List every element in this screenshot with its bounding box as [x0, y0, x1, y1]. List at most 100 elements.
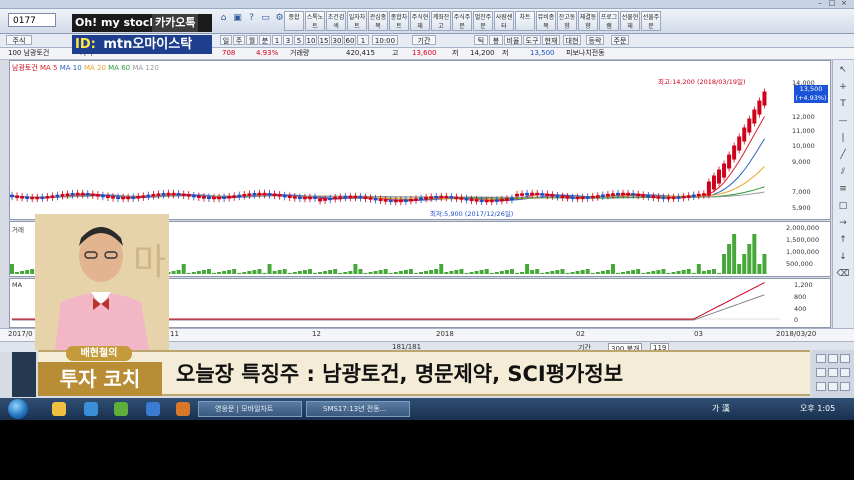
app-icon[interactable]	[146, 402, 160, 416]
toolbar-button-futures-current[interactable]: 선물현재	[620, 11, 640, 31]
text-tool-icon[interactable]: T	[836, 97, 850, 111]
eraser-icon[interactable]: ⌫	[836, 267, 850, 281]
ime-indicator[interactable]: 가 漢	[712, 398, 730, 420]
period-5[interactable]: 5	[294, 35, 304, 45]
tool-change[interactable]: 등락	[586, 35, 604, 45]
toolbar-button-program[interactable]: 프로그램	[599, 11, 619, 31]
volume-bar	[191, 272, 196, 274]
fibo-icon[interactable]: ≡	[836, 182, 850, 196]
toolbar-button-watchlist[interactable]: 관심종목	[368, 11, 388, 31]
toolbar-button-balance-trend[interactable]: 잔고동향	[557, 11, 577, 31]
rect-icon[interactable]: □	[836, 199, 850, 213]
candle-body	[600, 194, 605, 198]
toolbar-button-chart[interactable]: 차트	[515, 11, 535, 31]
toolbar-button-balance[interactable]: 계좌잔고	[431, 11, 451, 31]
toolbar-button-multi-order[interactable]: 멀잔주문	[473, 11, 493, 31]
period-15[interactable]: 15	[318, 35, 330, 45]
start-button-icon[interactable]	[8, 399, 28, 419]
volume-bar	[469, 272, 474, 274]
home-icon[interactable]: ⌂	[218, 13, 229, 24]
period-3[interactable]: 3	[283, 35, 293, 45]
cursor-icon[interactable]: ↖	[836, 63, 850, 77]
lock-icon[interactable]: ▣	[232, 13, 243, 24]
toolbar-button-stock-current[interactable]: 주식현재	[410, 11, 430, 31]
app-icon[interactable]	[114, 402, 128, 416]
period-month[interactable]: 월	[246, 35, 258, 45]
explorer-icon[interactable]	[52, 402, 66, 416]
candle-body	[434, 195, 439, 199]
side-mini-panel	[812, 350, 854, 398]
period-range[interactable]: 기간	[412, 35, 436, 45]
tool-ratio[interactable]: 비율	[504, 35, 522, 45]
minimize-icon[interactable]: –	[816, 0, 824, 7]
period-minute[interactable]: 분	[259, 35, 271, 45]
mini-button-icon[interactable]	[828, 368, 838, 377]
candle-body	[171, 192, 176, 196]
period-30[interactable]: 30	[331, 35, 343, 45]
candle-body	[328, 197, 333, 201]
toolbar-button-stock-order[interactable]: 주식주문	[452, 11, 472, 31]
period-60[interactable]: 60	[344, 35, 356, 45]
tool-order[interactable]: 주문	[611, 35, 629, 45]
candle-body	[60, 194, 65, 197]
down-icon[interactable]: ↓	[836, 250, 850, 264]
toolbar-button-center[interactable]: 사람센터	[494, 11, 514, 31]
ie-icon[interactable]	[84, 402, 98, 416]
monitor-icon[interactable]: ▭	[260, 13, 271, 24]
mini-button-icon[interactable]	[840, 354, 850, 363]
close-icon[interactable]: ×	[840, 0, 848, 7]
price-chart-panel[interactable]: 최고:14,200 (2018/03/19일) 최저:5,900 (2017/1…	[9, 60, 831, 220]
mini-button-icon[interactable]	[816, 354, 826, 363]
tool-current[interactable]: 현재	[542, 35, 560, 45]
vline-icon[interactable]: |	[836, 131, 850, 145]
candle-body	[727, 154, 732, 169]
period-day[interactable]: 일	[220, 35, 232, 45]
tool-tick[interactable]: 틱	[474, 35, 488, 45]
maximize-icon[interactable]: □	[828, 0, 836, 7]
candle-body	[257, 192, 262, 196]
toolbar-button-total-chart[interactable]: 종합차트	[389, 11, 409, 31]
presenter-name-badge: 배현철의	[66, 346, 132, 361]
toolbar-button-stocknote[interactable]: 스톡노트	[305, 11, 325, 31]
period-1b[interactable]: 1	[357, 35, 369, 45]
toolbar-button-condition[interactable]: 조건검색	[326, 11, 346, 31]
channel-icon[interactable]: ⫽	[836, 165, 850, 179]
presenter-video: 마	[35, 214, 169, 350]
date-tick: 12	[312, 330, 321, 338]
stock-code-input[interactable]: 0177	[8, 13, 56, 27]
toolbar-button-daily-chart[interactable]: 일자차트	[347, 11, 367, 31]
mini-button-icon[interactable]	[816, 382, 826, 391]
fibonacci-toggle[interactable]: 피보나치전동	[566, 48, 605, 59]
app-icon[interactable]	[176, 402, 190, 416]
tool-tools[interactable]: 도구	[523, 35, 541, 45]
mini-button-icon[interactable]	[840, 368, 850, 377]
mini-button-icon[interactable]	[828, 382, 838, 391]
toolbar-icon-group: ⌂ ▣ ? ▭ ⚙	[218, 13, 285, 24]
taskbar-task[interactable]: SMS17:13년 전동...	[306, 401, 410, 417]
tool-compare[interactable]: 대현	[563, 35, 581, 45]
taskbar-task[interactable]: 영웅문 | 모바일차트	[198, 401, 302, 417]
tool-candle[interactable]: 봉	[489, 35, 503, 45]
period-1[interactable]: 1	[272, 35, 282, 45]
period-10[interactable]: 10	[305, 35, 317, 45]
up-icon[interactable]: ↑	[836, 233, 850, 247]
volume-bar	[722, 254, 727, 274]
mini-button-icon[interactable]	[840, 382, 850, 391]
toolbar-button-종합[interactable]: 종합	[284, 11, 304, 31]
volume-bar	[651, 271, 656, 274]
period-time[interactable]: 10:00	[372, 35, 398, 45]
broadcast-title-banner: Oh! my stock 카카오톡	[72, 14, 212, 32]
toolbar-button-movers[interactable]: 뮤비종목	[536, 11, 556, 31]
mini-button-icon[interactable]	[816, 368, 826, 377]
type-select[interactable]: 주식	[6, 35, 32, 45]
mini-button-icon[interactable]	[828, 354, 838, 363]
trendline-icon[interactable]: ╱	[836, 148, 850, 162]
period-week[interactable]: 주	[233, 35, 245, 45]
change-value: 708	[222, 49, 236, 57]
toolbar-button-exec-trend[interactable]: 체결동향	[578, 11, 598, 31]
hline-icon[interactable]: —	[836, 114, 850, 128]
crosshair-icon[interactable]: +	[836, 80, 850, 94]
arrow-icon[interactable]: →	[836, 216, 850, 230]
toolbar-button-futures-order[interactable]: 선물주문	[641, 11, 661, 31]
help-icon[interactable]: ?	[246, 13, 257, 24]
